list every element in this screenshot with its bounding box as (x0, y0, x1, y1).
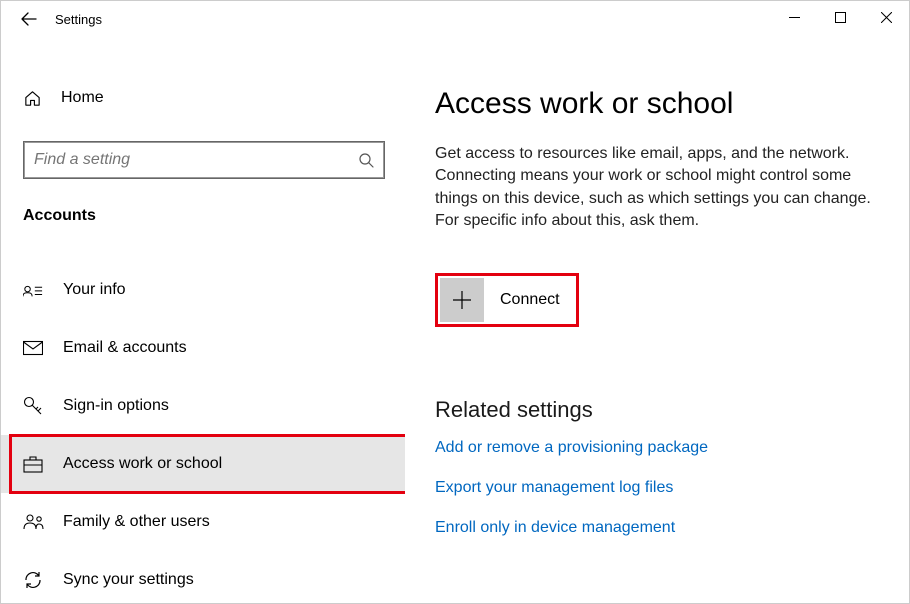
search-input[interactable] (34, 151, 358, 169)
link-provisioning-package[interactable]: Add or remove a provisioning package (435, 439, 881, 457)
sidebar: Home Accounts Your info Email & accounts (1, 37, 405, 603)
arrow-left-icon (20, 10, 38, 28)
sidebar-item-label: Sign-in options (63, 397, 169, 415)
sidebar-item-label: Sync your settings (63, 571, 194, 589)
sidebar-item-your-info[interactable]: Your info (1, 261, 405, 319)
search-icon (358, 152, 374, 168)
window-controls (771, 1, 909, 37)
link-export-logs[interactable]: Export your management log files (435, 479, 881, 497)
related-settings-heading: Related settings (435, 397, 881, 423)
key-icon (23, 396, 45, 416)
back-button[interactable] (9, 1, 49, 37)
maximize-icon (835, 12, 846, 23)
minimize-button[interactable] (771, 1, 817, 33)
sidebar-item-label: Family & other users (63, 513, 210, 531)
main-content: Access work or school Get access to reso… (405, 37, 909, 603)
home-icon (23, 89, 43, 108)
sidebar-item-access-work-school[interactable]: Access work or school (1, 435, 405, 493)
connect-label: Connect (500, 291, 560, 309)
category-header: Accounts (23, 207, 405, 225)
email-icon (23, 340, 45, 356)
window-title: Settings (55, 12, 102, 27)
briefcase-icon (23, 455, 45, 473)
sidebar-item-label: Your info (63, 281, 126, 299)
sidebar-item-email-accounts[interactable]: Email & accounts (1, 319, 405, 377)
close-button[interactable] (863, 1, 909, 33)
nav-list: Your info Email & accounts Sign-in optio… (1, 261, 405, 603)
sidebar-item-label: Access work or school (63, 455, 222, 473)
sidebar-item-signin-options[interactable]: Sign-in options (1, 377, 405, 435)
search-box[interactable] (23, 141, 385, 179)
plus-icon-box (440, 278, 484, 322)
link-device-management[interactable]: Enroll only in device management (435, 519, 881, 537)
sidebar-item-family-users[interactable]: Family & other users (1, 493, 405, 551)
home-label: Home (61, 89, 104, 107)
maximize-button[interactable] (817, 1, 863, 33)
sync-icon (23, 570, 45, 590)
title-bar: Settings (1, 1, 909, 37)
close-icon (881, 12, 892, 23)
plus-icon (451, 289, 473, 311)
person-card-icon (23, 280, 45, 300)
page-title: Access work or school (435, 87, 881, 121)
home-button[interactable]: Home (1, 73, 405, 123)
page-description: Get access to resources like email, apps… (435, 143, 880, 233)
minimize-icon (789, 12, 800, 23)
sidebar-item-label: Email & accounts (63, 339, 187, 357)
sidebar-item-sync-settings[interactable]: Sync your settings (1, 551, 405, 603)
people-icon (23, 513, 45, 531)
connect-button[interactable]: Connect (435, 273, 579, 327)
